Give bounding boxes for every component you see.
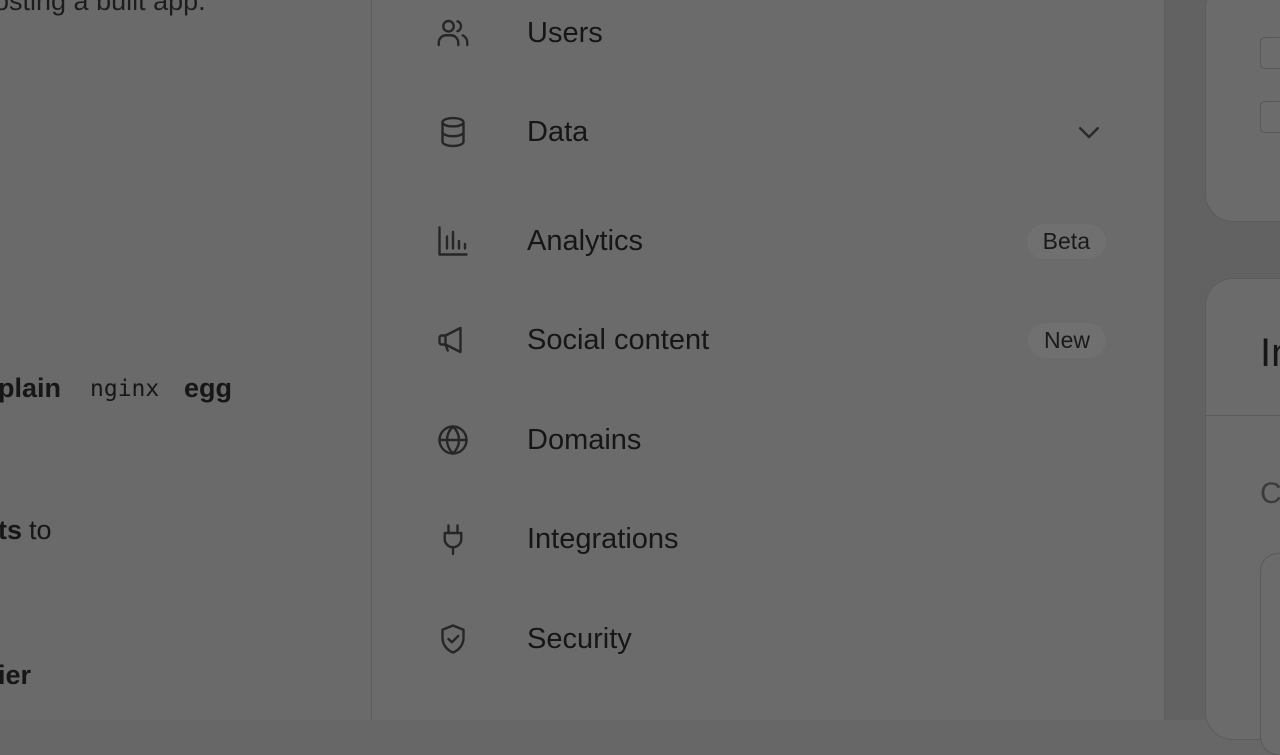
info-card: In C	[1205, 278, 1280, 755]
users-icon	[434, 14, 472, 52]
card-inner-panel	[1260, 553, 1280, 755]
chevron-down-icon[interactable]	[1074, 117, 1104, 147]
menu-item-users[interactable]: Users	[372, 0, 1164, 73]
inline-code-nginx: nginx	[90, 376, 160, 402]
menu-item-label: Analytics	[527, 224, 644, 257]
menu-item-label: Security	[527, 622, 632, 655]
beta-badge: Beta	[1026, 223, 1106, 259]
chat-text-explain: plain	[0, 373, 62, 403]
new-badge: New	[1027, 322, 1106, 358]
menu-item-social-content[interactable]: Social content New	[372, 300, 1164, 380]
card-title: In	[1260, 331, 1280, 375]
shield-icon	[434, 620, 472, 658]
menu-item-label: Data	[527, 115, 589, 148]
bar-chart-icon	[434, 222, 472, 260]
menu-item-label: Social content	[527, 323, 710, 356]
chat-panel: osting a built app. plain nginx egg ts t…	[0, 0, 372, 720]
menu-item-security[interactable]: Security	[372, 599, 1164, 679]
settings-card	[1205, 0, 1280, 222]
card-subtitle: C	[1260, 477, 1280, 510]
plug-icon	[434, 520, 472, 558]
nav-menu: Users Data Analytics Beta Social content…	[372, 0, 1165, 720]
menu-item-label: Domains	[527, 423, 642, 456]
menu-item-analytics[interactable]: Analytics Beta	[372, 201, 1164, 281]
menu-item-label: Integrations	[527, 522, 679, 555]
menu-item-label: Users	[527, 16, 603, 49]
megaphone-icon	[434, 321, 472, 359]
database-icon	[434, 113, 472, 151]
chat-text-ts: ts	[0, 515, 23, 545]
right-panel: In C	[1165, 0, 1280, 755]
card-field[interactable]	[1260, 101, 1280, 133]
chat-text-egg: egg	[184, 373, 233, 403]
menu-item-data[interactable]: Data	[372, 92, 1164, 172]
globe-icon	[434, 421, 472, 459]
chat-text-ier: ier	[0, 660, 32, 690]
card-field[interactable]	[1260, 37, 1280, 69]
chat-text-line: osting a built app.	[0, 0, 206, 16]
menu-item-domains[interactable]: Domains	[372, 400, 1164, 480]
card-divider	[1206, 415, 1280, 416]
menu-item-integrations[interactable]: Integrations	[372, 499, 1164, 579]
chat-text-to: to	[29, 515, 52, 545]
